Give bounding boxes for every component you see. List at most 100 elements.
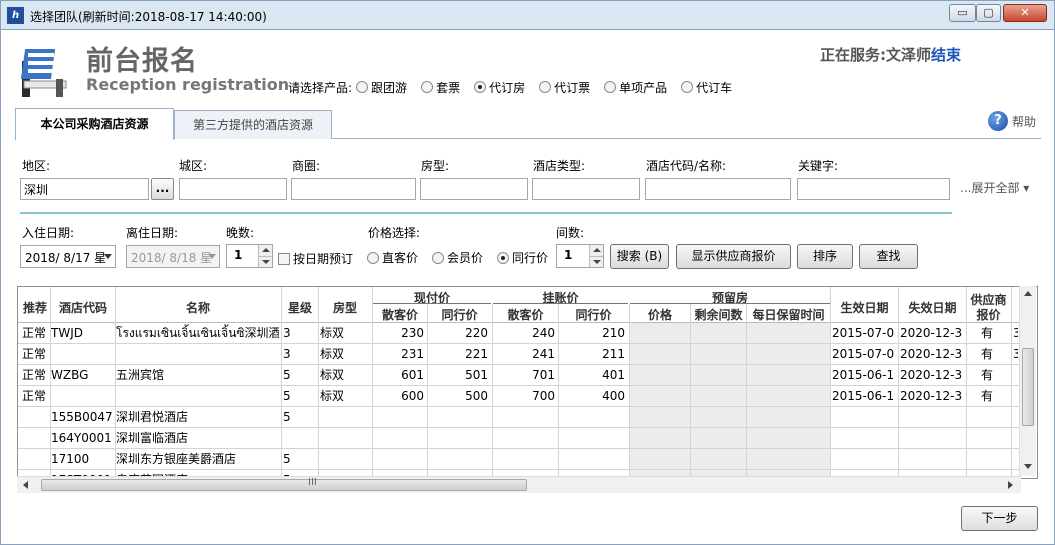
- product-option-car[interactable]: 代订车: [681, 79, 732, 96]
- show-supplier-price-button[interactable]: 显示供应商报价: [676, 244, 791, 269]
- cell-code: TWJD: [51, 326, 83, 340]
- header-remaining[interactable]: 剩余间数: [691, 306, 746, 323]
- header-daily-hold[interactable]: 每日保留时间: [747, 306, 830, 323]
- stepper-down-icon[interactable]: [589, 256, 603, 267]
- header-credit-retail[interactable]: 散客价: [493, 306, 558, 323]
- cell-name: 深圳东方银座美爵酒店: [116, 452, 237, 466]
- table-row[interactable]: 正常 TWJD โรงแรมเซินเจิ้นเซินเจิ้นซิ深圳酒店 3 标双 2…: [18, 323, 1020, 344]
- header-now-trade[interactable]: 同行价: [428, 306, 491, 323]
- header-price[interactable]: 价格: [630, 306, 690, 323]
- region-label: 地区:: [22, 159, 51, 173]
- expand-all-link[interactable]: ...展开全部 ▾: [960, 179, 1029, 196]
- horizontal-scrollbar[interactable]: III: [17, 476, 1021, 493]
- radio-icon: [356, 81, 369, 93]
- tab-own-hotels[interactable]: 本公司采购酒店资源: [15, 108, 174, 140]
- next-step-button[interactable]: 下一步: [961, 506, 1038, 531]
- checkin-date-picker[interactable]: 2018/ 8/17 星: [20, 245, 116, 268]
- scroll-down-icon[interactable]: [1024, 464, 1032, 469]
- header-recommend[interactable]: 推荐: [20, 299, 50, 316]
- vertical-scroll-thumb[interactable]: [1022, 348, 1034, 426]
- header-name[interactable]: 名称: [115, 299, 281, 316]
- rooms-stepper[interactable]: 1: [556, 244, 604, 268]
- keyword-input[interactable]: [797, 178, 950, 200]
- radio-selected-icon: [474, 81, 487, 93]
- price-selector: 直客价 会员价 同行价: [367, 249, 562, 266]
- header-start-date[interactable]: 生效日期: [831, 299, 898, 316]
- cell-now-trade: 501: [465, 368, 488, 382]
- cell-room: 标双: [320, 368, 345, 382]
- page-title: 前台报名: [86, 46, 198, 77]
- nights-stepper[interactable]: 1: [226, 244, 273, 268]
- stepper-up-icon[interactable]: [258, 245, 272, 256]
- product-option-label: 代订车: [696, 80, 733, 95]
- help-button[interactable]: ? 帮助: [988, 111, 1036, 131]
- header-hotel-code[interactable]: 酒店代码: [51, 299, 115, 316]
- product-option-group-tour[interactable]: 跟团游: [356, 79, 407, 96]
- table-row[interactable]: 正常 5 标双 600 500 700 400 2015-06-19 2020-12-31 有: [18, 386, 1020, 407]
- checkout-label: 离住日期:: [126, 226, 179, 240]
- cell-supplier: [967, 450, 1007, 469]
- table-row[interactable]: 17100 深圳东方银座美爵酒店 5: [18, 449, 1020, 470]
- checkbox-icon: [278, 252, 290, 265]
- minimize-button[interactable]: ▭: [949, 4, 976, 22]
- radio-icon: [432, 251, 445, 264]
- app-icon: h: [7, 7, 24, 24]
- cell-now-trade: [428, 408, 488, 427]
- cell-supplier: [967, 408, 1007, 427]
- table-row[interactable]: 正常 WZBG 五洲宾馆 5 标双 601 501 701 401 2015-06-19 2020-…: [18, 365, 1020, 386]
- header-end-date[interactable]: 失效日期: [899, 299, 966, 316]
- table-row[interactable]: 164Y0001 深圳富临酒店: [18, 428, 1020, 449]
- price-option-member[interactable]: 会员价: [432, 249, 483, 266]
- horizontal-scroll-thumb[interactable]: III: [41, 477, 527, 491]
- cell-credit-trade: 400: [602, 389, 625, 403]
- service-label: 正在服务:文泽师: [820, 46, 931, 64]
- price-option-retail[interactable]: 直客价: [367, 249, 418, 266]
- sort-button[interactable]: 排序: [797, 244, 853, 269]
- header-star[interactable]: 星级: [282, 299, 318, 316]
- end-service-link[interactable]: 结束: [931, 46, 961, 64]
- scroll-up-icon[interactable]: [1024, 291, 1032, 296]
- scroll-left-icon[interactable]: [23, 481, 28, 489]
- room-type-input[interactable]: [420, 178, 528, 200]
- product-option-package[interactable]: 套票: [421, 79, 460, 96]
- checkout-date-picker[interactable]: 2018/ 8/18 星: [126, 245, 220, 268]
- header-room-type[interactable]: 房型: [319, 299, 371, 316]
- book-by-date-checkbox[interactable]: 按日期预订: [278, 250, 353, 267]
- price-option-trade[interactable]: 同行价: [497, 249, 548, 266]
- table-row[interactable]: 正常 3 标双 231 221 241 211 2015-07-06 2020-12-31 有 3: [18, 344, 1020, 365]
- product-option-label: 跟团游: [371, 80, 408, 95]
- cell-star: 5: [283, 389, 291, 403]
- stepper-up-icon[interactable]: [589, 245, 603, 256]
- product-option-label: 单项产品: [619, 80, 668, 95]
- region-input[interactable]: 深圳: [20, 178, 149, 200]
- filter-separator: [20, 212, 952, 214]
- scroll-right-icon[interactable]: [1008, 481, 1013, 489]
- business-area-input[interactable]: [291, 178, 416, 200]
- product-option-single[interactable]: 单项产品: [604, 79, 667, 96]
- product-option-hotel[interactable]: 代订房: [474, 79, 525, 96]
- find-button[interactable]: 查找: [859, 244, 918, 269]
- cell-room: [320, 450, 369, 469]
- table-row[interactable]: 155B0047 深圳君悦酒店 5: [18, 407, 1020, 428]
- header-credit-trade[interactable]: 同行价: [559, 306, 628, 323]
- cell-credit-retail: [493, 408, 555, 427]
- price-option-label: 会员价: [447, 251, 484, 265]
- cell-end: 2020-12-31: [900, 326, 963, 340]
- region-browse-button[interactable]: ...: [151, 178, 174, 200]
- service-status: 正在服务:文泽师结束: [820, 44, 961, 65]
- maximize-button[interactable]: ▢: [976, 4, 1001, 22]
- tab-third-party-hotels[interactable]: 第三方提供的酒店资源: [174, 110, 332, 139]
- header-now-retail[interactable]: 散客价: [373, 306, 427, 323]
- cell-extra: [1013, 429, 1018, 448]
- product-option-ticket[interactable]: 代订票: [539, 79, 590, 96]
- hotel-grid[interactable]: 推荐 酒店代码 名称 星级 房型 现付价 挂账价 预留房 散客价 同行价 散客价…: [17, 286, 1038, 479]
- vertical-scrollbar[interactable]: [1019, 286, 1036, 476]
- title-bar: h 选择团队(刷新时间:2018-08-17 14:40:00) ▭ ▢ ✕: [0, 0, 1055, 30]
- close-button[interactable]: ✕: [1003, 4, 1047, 22]
- district-input[interactable]: [179, 178, 287, 200]
- hotel-type-input[interactable]: [532, 178, 640, 200]
- radio-icon: [539, 81, 552, 93]
- hotel-code-input[interactable]: [645, 178, 791, 200]
- stepper-down-icon[interactable]: [258, 256, 272, 267]
- search-button[interactable]: 搜索 (B): [610, 244, 669, 269]
